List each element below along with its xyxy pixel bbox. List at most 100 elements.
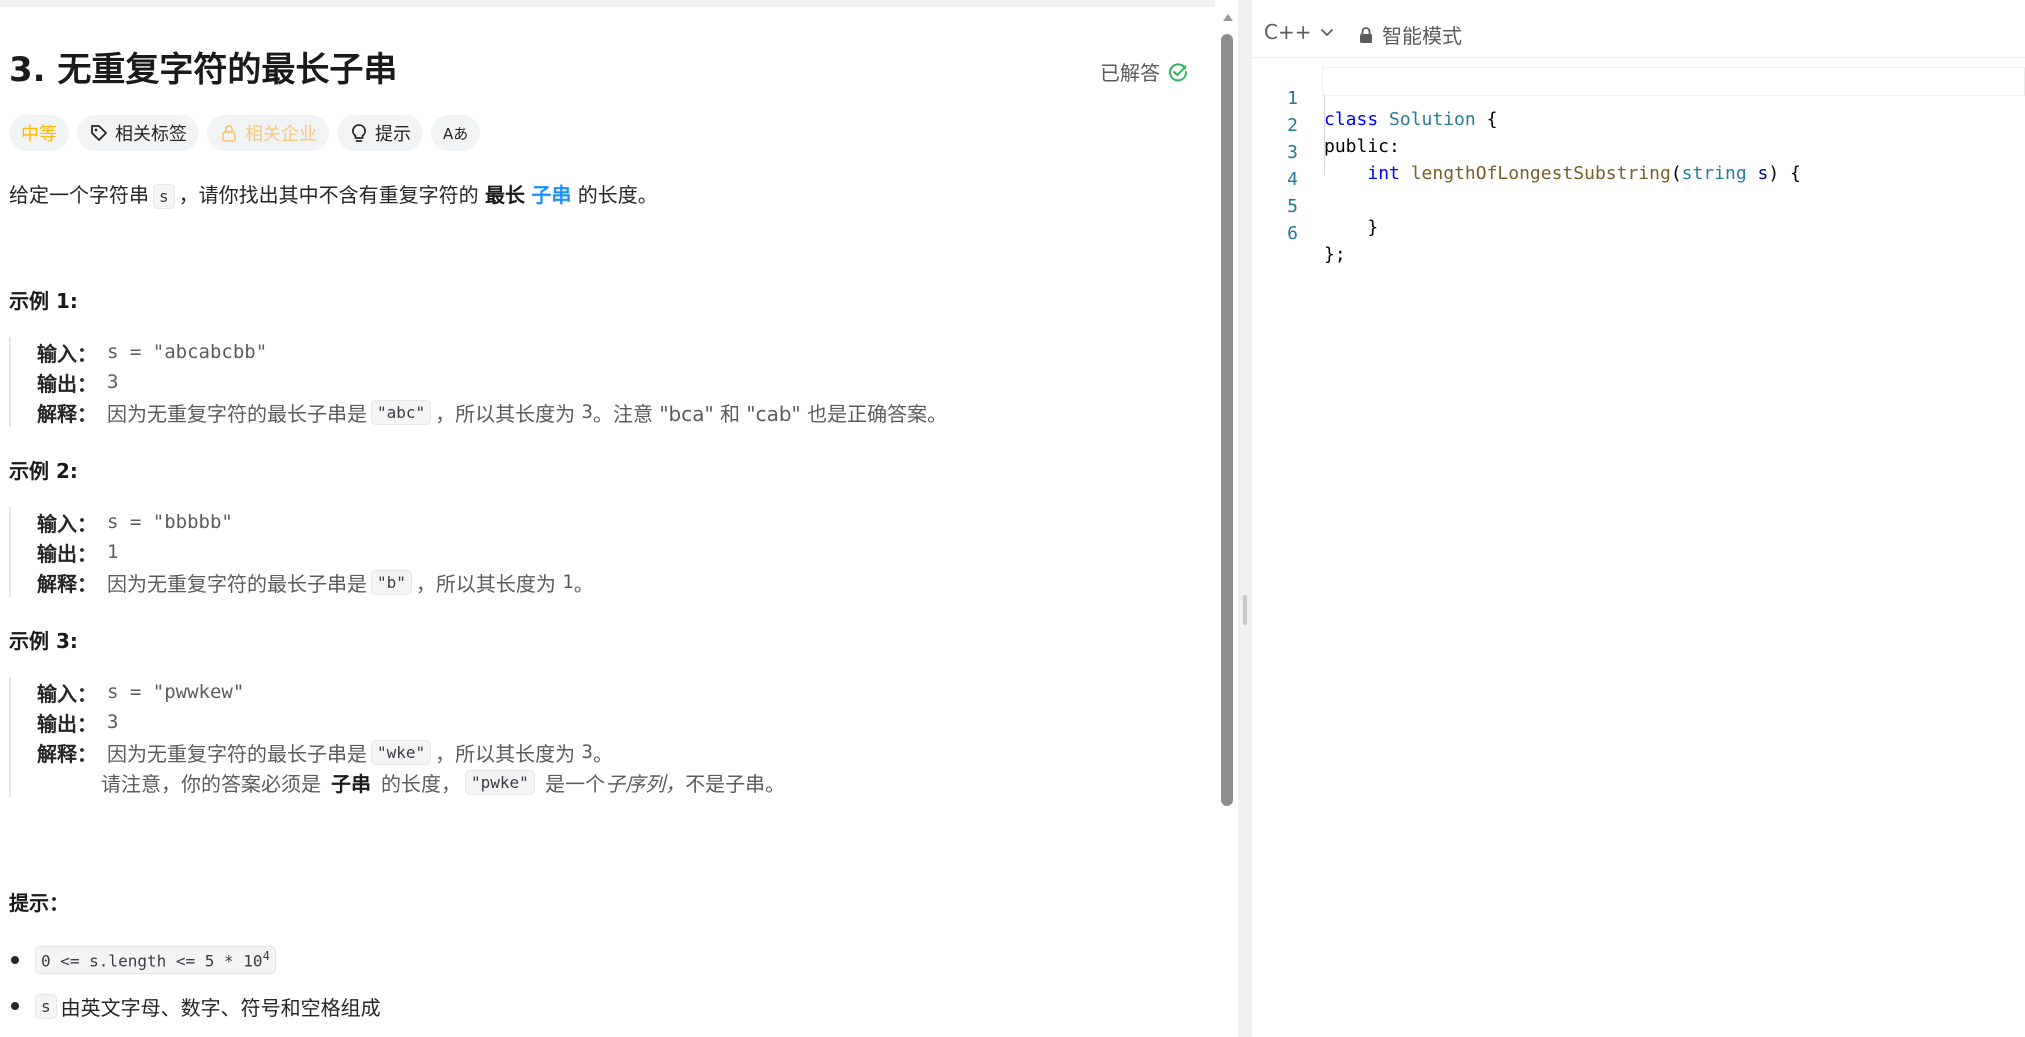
problem-title[interactable]: 3. 无重复字符的最长子串 (9, 42, 397, 91)
topics-tag-button[interactable]: 相关标签 (77, 115, 199, 151)
line-source: }; (1324, 244, 1346, 265)
language-select[interactable]: C++ (1264, 20, 1335, 44)
input-value: s = "pwwkew" (107, 681, 245, 703)
line-number: 6 (1287, 223, 1298, 244)
substring-link[interactable]: 子串 (531, 183, 571, 207)
companies-tag-label: 相关企业 (245, 124, 317, 145)
example-2-title: 示例 2: (9, 459, 78, 483)
output-label: 输出： (37, 371, 97, 396)
example-2-output: 输出： 1 (37, 537, 594, 567)
example-1-title: 示例 1: (9, 289, 78, 313)
scroll-up-icon[interactable] (1223, 14, 1233, 21)
problem-panel: 3. 无重复字符的最长子串 已解答 中等 相关标签 相关企业 提示 Aあ 给定一… (0, 7, 1220, 1037)
explain-number: 3 (581, 401, 593, 423)
left-panel-scrollbar[interactable] (1220, 14, 1234, 806)
code-line[interactable]: 1 class Solution { (1252, 67, 2025, 130)
smart-mode-toggle[interactable]: 智能模式 (1358, 20, 1462, 49)
note-bold: 子串 (331, 771, 371, 796)
example-3-note: 请注意，你的答案必须是 子串 的长度， "pwke" 是一个 子序列， 不是子串。 (37, 767, 785, 797)
example-1-input: 输入： s = "abcabcbb" (37, 337, 947, 367)
explain-text-post: ，所以其长度为 (435, 401, 576, 426)
example-2-block: 输入： s = "bbbbb" 输出： 1 解释： 因为无重复字符的最长子串是 "b"，… (9, 507, 594, 597)
example-3-explain: 解释： 因为无重复字符的最长子串是 "wke" ，所以其长度为 3。 (37, 737, 785, 767)
constraint-2-code: s (35, 993, 57, 1019)
lock-icon (222, 125, 236, 142)
desc-var-s: s (153, 184, 175, 209)
note-code: "pwke" (465, 769, 535, 795)
example-3-title: 示例 3: (9, 629, 78, 653)
mode-label: 智能模式 (1382, 24, 1462, 48)
scrollbar-thumb[interactable] (1221, 34, 1233, 806)
example-3-block: 输入： s = "pwwkew" 输出： 3 解释： 因为无重复字符的最长子串是 "wk… (9, 677, 785, 797)
explain-text-post: ，所以其长度为 (415, 571, 556, 596)
example-1-explain: 解释： 因为无重复字符的最长子串是 "abc" ，所以其长度为 3 。注意 "bca" … (37, 397, 947, 427)
constraint-1-expr: 0 <= s.length <= 5 * 10 (41, 951, 263, 971)
app-root: 3. 无重复字符的最长子串 已解答 中等 相关标签 相关企业 提示 Aあ 给定一… (0, 0, 2025, 1037)
translate-button[interactable]: Aあ (431, 115, 481, 151)
output-label: 输出： (37, 541, 97, 566)
code-line[interactable]: 5 } (1252, 175, 2025, 238)
explain-tail: 。注意 "bca" 和 "cab" 也是正确答案。 (592, 401, 948, 426)
explain-text: 因为无重复字符的最长子串是 (107, 741, 367, 766)
solved-status: 已解答 (1100, 57, 1188, 86)
output-label: 输出： (37, 711, 97, 736)
input-label: 输入： (37, 341, 97, 366)
constraint-item: s 由英文字母、数字、符号和空格组成 (9, 983, 381, 1029)
hint-tag-button[interactable]: 提示 (337, 115, 423, 151)
note-text-post: 是一个 (545, 771, 606, 796)
editor-panel: C++ 智能模式 1 class Solution { 2 public: 3 … (1252, 0, 2025, 1037)
example-1-block: 输入： s = "abcabcbb" 输出： 3 解释： 因为无重复字符的最长子串是 "… (9, 337, 947, 427)
output-value: 3 (107, 711, 119, 733)
example-2-explain: 解释： 因为无重复字符的最长子串是 "b" ，所以其长度为 1。 (37, 567, 594, 597)
topics-tag-label: 相关标签 (115, 124, 187, 145)
input-value: s = "abcabcbb" (107, 341, 268, 363)
check-circle-icon (1169, 62, 1188, 81)
explain-tail: 。 (592, 741, 613, 766)
note-tail: 不是子串。 (685, 771, 786, 796)
language-label: C++ (1264, 20, 1312, 44)
panel-splitter[interactable] (1238, 0, 1252, 1037)
tag-row: 中等 相关标签 相关企业 提示 Aあ (9, 115, 481, 151)
code-line[interactable]: 3 int lengthOfLongestSubstring(string s)… (1252, 121, 2025, 184)
explain-text: 因为无重复字符的最长子串是 (107, 571, 367, 596)
solved-label: 已解答 (1100, 61, 1160, 85)
constraint-2-text: 由英文字母、数字、符号和空格组成 (60, 995, 381, 1020)
code-line[interactable]: 6 }; (1252, 202, 2025, 265)
explain-label: 解释： (37, 571, 97, 596)
example-3-input: 输入： s = "pwwkew" (37, 677, 785, 707)
constraint-item: 0 <= s.length <= 5 * 104 (9, 937, 381, 983)
desc-bold-longest: 最长 (485, 183, 525, 207)
explain-label: 解释： (37, 741, 97, 766)
difficulty-label: 中等 (21, 124, 57, 145)
code-line[interactable]: 4 (1252, 148, 2025, 190)
splitter-grip-icon[interactable] (1243, 595, 1247, 625)
desc-text-pre: 给定一个字符串 (9, 183, 149, 207)
explain-number: 1 (562, 571, 574, 593)
example-2-input: 输入： s = "bbbbb" (37, 507, 594, 537)
constraints-list: 0 <= s.length <= 5 * 104 s 由英文字母、数字、符号和空格… (9, 937, 381, 1029)
difficulty-badge: 中等 (9, 115, 69, 151)
note-text: 请注意，你的答案必须是 (101, 771, 321, 796)
example-3-output: 输出： 3 (37, 707, 785, 737)
input-label: 输入： (37, 511, 97, 536)
constraints-title: 提示： (9, 891, 69, 915)
companies-tag-button[interactable]: 相关企业 (207, 115, 329, 151)
example-1-output: 输出： 3 (37, 367, 947, 397)
code-editor[interactable]: 1 class Solution { 2 public: 3 int lengt… (1252, 67, 2025, 265)
code-line[interactable]: 2 public: (1252, 94, 2025, 157)
problem-description: 给定一个字符串 s ，请你找出其中不含有重复字符的 最长 子串 的长度。 (9, 179, 658, 209)
explain-tail: 。 (573, 571, 594, 596)
input-label: 输入： (37, 681, 97, 706)
explain-text: 因为无重复字符的最长子串是 (107, 401, 367, 426)
constraint-1-exponent: 4 (262, 949, 270, 964)
explain-number: 3 (581, 741, 593, 763)
explain-code: "wke" (371, 739, 432, 765)
hint-tag-label: 提示 (375, 124, 411, 145)
translate-icon: Aあ (443, 124, 469, 143)
note-italic: 子序列， (605, 771, 686, 796)
top-strip (0, 0, 1215, 7)
chevron-down-icon (1321, 29, 1334, 36)
input-value: s = "bbbbb" (107, 511, 233, 533)
explain-text-post: ，所以其长度为 (435, 741, 576, 766)
output-value: 3 (107, 371, 119, 393)
